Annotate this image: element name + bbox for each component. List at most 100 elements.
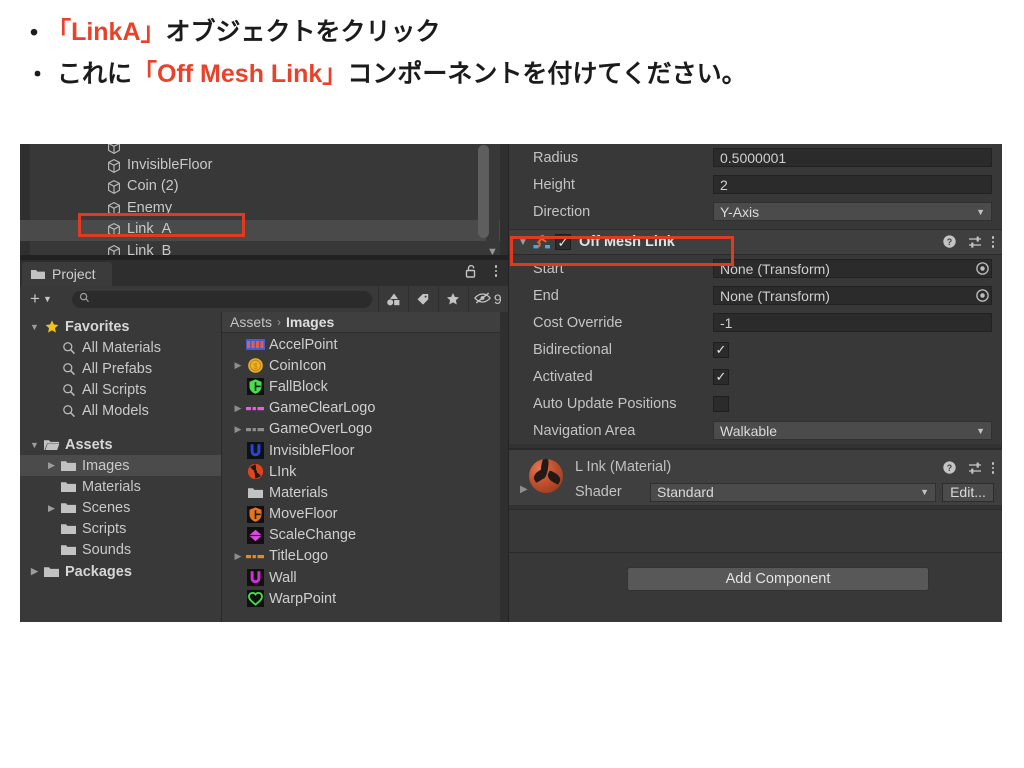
project-tree-item-all-models[interactable]: All Models <box>20 401 221 422</box>
object-picker-icon[interactable] <box>974 260 991 277</box>
project-tree-item-scripts[interactable]: Scripts <box>20 519 221 540</box>
chevron-right-icon[interactable]: ▶ <box>43 503 60 514</box>
filter-by-type-icon[interactable] <box>377 286 408 312</box>
asset-item-coinicon[interactable]: ▶ $ CoinIcon <box>222 355 508 376</box>
project-tree-item-assets[interactable]: ▼ Assets <box>20 434 221 455</box>
hierarchy-panel[interactable]: InvisibleFloor Coin (2) Enemy Link_A Link_B … <box>20 144 508 260</box>
inspector-row-bidirectional[interactable]: Bidirectional ✓ <box>509 336 1002 363</box>
kebab-menu-icon[interactable] <box>991 462 994 474</box>
add-component-button[interactable]: Add Component <box>627 567 929 591</box>
foldout-icon[interactable]: ▶ <box>520 484 528 495</box>
asset-item-gameoverlogo[interactable]: ▶ GameOverLogo <box>222 419 508 440</box>
project-tree-item-favorites[interactable]: ▼ Favorites <box>20 316 221 337</box>
project-tree-item-sounds[interactable]: Sounds <box>20 540 221 561</box>
shader-dropdown[interactable]: Standard ▼ <box>650 482 936 502</box>
inspector-row-radius[interactable]: Radius 0.5000001 <box>509 144 1002 171</box>
create-asset-button[interactable]: + ▼ <box>20 289 60 309</box>
inspector-row-start[interactable]: Start None (Transform) <box>509 255 1002 282</box>
off-mesh-link-enabled-checkbox[interactable]: ✓ <box>555 234 571 250</box>
auto-update-positions-checkbox[interactable] <box>713 395 729 412</box>
foldout-icon[interactable]: ▼ <box>515 237 531 248</box>
hidden-items-indicator[interactable]: 9 <box>467 286 508 312</box>
inspector-row-direction[interactable]: Direction Y-Axis ▼ <box>509 198 1002 225</box>
direction-dropdown[interactable]: Y-Axis ▼ <box>713 202 992 221</box>
inspector-panel[interactable]: Radius 0.5000001 Height 2 Direction Y-Axis ▼ ▼… <box>508 144 1002 622</box>
breadcrumb[interactable]: Assets › Images <box>222 312 508 333</box>
start-object-field[interactable]: None (Transform) <box>713 259 992 278</box>
activated-checkbox[interactable]: ✓ <box>713 368 729 385</box>
breadcrumb-root[interactable]: Assets <box>230 314 272 330</box>
height-input[interactable]: 2 <box>713 175 992 194</box>
project-tree-item-materials[interactable]: Materials <box>20 476 221 497</box>
asset-item-gameclearlogo[interactable]: ▶ GameClearLogo <box>222 398 508 419</box>
filter-by-label-icon[interactable] <box>407 286 438 312</box>
help-icon[interactable]: ? <box>942 460 958 476</box>
hierarchy-list[interactable]: InvisibleFloor Coin (2) Enemy Link_A Link_B <box>20 144 508 260</box>
shader-edit-button[interactable]: Edit... <box>942 482 994 502</box>
chevron-right-icon[interactable]: ▶ <box>230 403 246 414</box>
material-preview-block[interactable]: ▶ L Ink (Material) ? Shader Standard ▼ E… <box>509 449 1002 505</box>
asset-item-accelpoint[interactable]: AccelPoint <box>222 334 508 355</box>
asset-item-warppoint[interactable]: WarpPoint <box>222 588 508 609</box>
hierarchy-item-invisiblefloor[interactable]: InvisibleFloor <box>20 155 508 177</box>
component-header-off-mesh-link[interactable]: ▼ ✓ Off Mesh Link ? <box>509 229 1002 255</box>
asset-list[interactable]: AccelPoint ▶ $ CoinIcon FallBlock ▶ GameClearL… <box>222 333 508 609</box>
preset-sliders-icon[interactable] <box>967 460 983 476</box>
cost-override-input[interactable]: -1 <box>713 313 992 332</box>
breadcrumb-current[interactable]: Images <box>286 314 334 330</box>
inspector-row-auto-update-positions[interactable]: Auto Update Positions <box>509 390 1002 417</box>
navigation-area-dropdown[interactable]: Walkable ▼ <box>713 421 992 440</box>
inspector-row-height[interactable]: Height 2 <box>509 171 1002 198</box>
chevron-right-icon[interactable]: ▶ <box>43 460 60 471</box>
project-tree-item-packages[interactable]: ▶ Packages <box>20 561 221 582</box>
hierarchy-item-clipped[interactable] <box>20 144 508 155</box>
tab-project[interactable]: Project <box>22 262 112 286</box>
hierarchy-scrollbar-track[interactable] <box>478 144 499 248</box>
kebab-menu-icon[interactable] <box>488 263 504 279</box>
end-object-field[interactable]: None (Transform) <box>713 286 992 305</box>
project-toolbar[interactable]: + ▼ 9 <box>20 286 508 312</box>
project-tree-item-all-scripts[interactable]: All Scripts <box>20 380 221 401</box>
kebab-menu-icon[interactable] <box>991 236 994 248</box>
inspector-row-end[interactable]: End None (Transform) <box>509 282 1002 309</box>
asset-item-fallblock[interactable]: FallBlock <box>222 376 508 397</box>
project-tree-item-images[interactable]: ▶ Images <box>20 455 221 477</box>
chevron-right-icon[interactable]: ▶ <box>230 424 246 435</box>
collider-properties[interactable]: Radius 0.5000001 Height 2 Direction Y-Axis ▼ <box>509 144 1002 225</box>
asset-item-movefloor[interactable]: MoveFloor <box>222 504 508 525</box>
project-tree-item-scenes[interactable]: ▶ Scenes <box>20 498 221 519</box>
asset-item-titlelogo[interactable]: ▶ TitleLogo <box>222 546 508 567</box>
project-folder-tree[interactable]: ▼ Favorites All Materials All Prefabs All Sc… <box>20 312 222 622</box>
hierarchy-item-link-a[interactable]: Link_A <box>20 219 508 241</box>
asset-item-scalechange[interactable]: ScaleChange <box>222 525 508 546</box>
project-tree-item-all-materials[interactable]: All Materials <box>20 337 221 358</box>
chevron-right-icon[interactable]: ▶ <box>230 360 246 371</box>
asset-item-wall[interactable]: Wall <box>222 567 508 588</box>
lock-open-icon[interactable] <box>463 263 479 279</box>
asset-item-invisiblefloor[interactable]: InvisibleFloor <box>222 440 508 461</box>
chevron-right-icon[interactable]: ▶ <box>26 566 43 577</box>
hierarchy-item-coin-2[interactable]: Coin (2) <box>20 177 508 199</box>
hierarchy-item-enemy[interactable]: Enemy <box>20 198 508 220</box>
hierarchy-scrollbar-thumb[interactable] <box>478 145 489 238</box>
project-panel[interactable]: Project + ▼ 9 ▼ Favorites All Materials … <box>20 260 508 622</box>
inspector-row-activated[interactable]: Activated ✓ <box>509 363 1002 390</box>
asset-item-materials[interactable]: Materials <box>222 482 508 503</box>
project-asset-browser[interactable]: Assets › Images AccelPoint ▶ $ CoinIcon Fall… <box>222 312 508 622</box>
chevron-down-icon[interactable]: ▼ <box>26 322 43 332</box>
asset-item-link[interactable]: LInk <box>222 461 508 482</box>
shader-row[interactable]: Shader Standard ▼ Edit... <box>575 482 994 502</box>
inspector-row-cost-override[interactable]: Cost Override -1 <box>509 309 1002 336</box>
help-icon[interactable]: ? <box>942 234 958 250</box>
chevron-right-icon[interactable]: ▶ <box>230 551 246 562</box>
inspector-row-navigation-area[interactable]: Navigation Area Walkable ▼ <box>509 417 1002 444</box>
project-tree-item-all-prefabs[interactable]: All Prefabs <box>20 358 221 379</box>
object-picker-icon[interactable] <box>974 287 991 304</box>
bidirectional-checkbox[interactable]: ✓ <box>713 341 729 358</box>
preset-sliders-icon[interactable] <box>967 234 983 250</box>
filter-by-favorite-icon[interactable] <box>437 286 468 312</box>
search-input[interactable] <box>71 290 372 308</box>
chevron-down-icon[interactable]: ▼ <box>26 440 43 450</box>
radius-input[interactable]: 0.5000001 <box>713 148 992 167</box>
off-mesh-link-properties[interactable]: Start None (Transform) End None (Transform)… <box>509 255 1002 444</box>
